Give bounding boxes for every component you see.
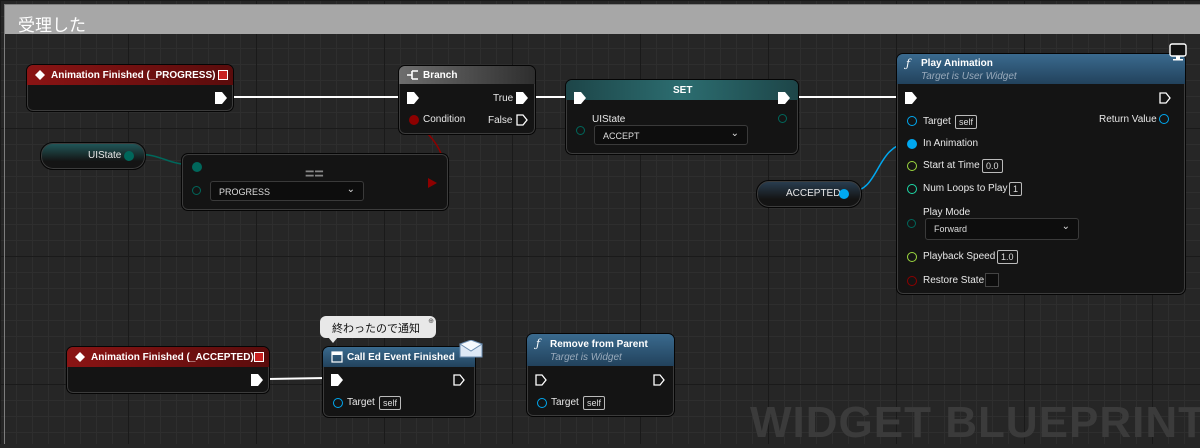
target-value: self [379, 396, 402, 410]
exec-out-pin[interactable] [215, 92, 227, 104]
play-mode-label: Play Mode [923, 207, 971, 218]
set-value-dropdown[interactable]: ACCEPT ⌄ [594, 125, 748, 145]
set-title: SET [673, 85, 693, 96]
chevron-down-icon: ⌄ [1061, 221, 1070, 232]
true-label: True [493, 93, 514, 104]
num-loops-input[interactable]: 1 [1009, 182, 1023, 196]
restore-state-label: Restore State [923, 275, 985, 286]
play-animation-title: Play Animation [921, 58, 993, 69]
play-mode-dropdown[interactable]: Forward ⌄ [925, 218, 1079, 240]
equals-value-dropdown[interactable]: PROGRESS ⌄ [210, 181, 364, 201]
accepted-label: ACCEPTED [786, 188, 841, 199]
set-var-label: UIState [592, 114, 626, 125]
start-time-pin[interactable] [907, 161, 917, 171]
equals-node[interactable]: == PROGRESS ⌄ [181, 153, 449, 211]
return-value-label: Return Value [1099, 114, 1157, 125]
exec-in-pin[interactable] [407, 92, 419, 104]
play-mode-pin[interactable] [907, 219, 916, 228]
target-label: Target [923, 116, 951, 127]
branch-icon [407, 70, 418, 80]
exec-in-pin[interactable] [331, 374, 343, 386]
chevron-down-icon: ⌄ [730, 128, 739, 139]
play-animation-subtitle: Target is User Widget [921, 71, 1017, 82]
exec-out-pin[interactable] [1159, 92, 1171, 104]
exec-out-pin[interactable] [453, 374, 465, 386]
exec-wire-event2-call [267, 377, 327, 380]
num-loops-pin[interactable] [907, 184, 917, 194]
chevron-down-icon: ⌄ [346, 184, 355, 195]
bool-out-pin[interactable] [428, 178, 437, 188]
condition-pin[interactable] [409, 115, 419, 125]
dispatcher-icon [331, 351, 343, 363]
getter-label: UIState [88, 150, 122, 161]
playback-speed-label: Playback Speed [923, 251, 996, 262]
branch-node-header [399, 66, 535, 84]
in-animation-pin[interactable] [907, 139, 917, 149]
uistate-getter[interactable]: UIState [40, 142, 146, 170]
start-time-label: Start at Time [923, 160, 980, 171]
exec-in-pin[interactable] [574, 92, 586, 104]
exec-out-pin[interactable] [251, 374, 263, 386]
false-label: False [488, 115, 513, 126]
set-node[interactable]: SET UIState ACCEPT ⌄ [565, 79, 799, 155]
exec-in-pin[interactable] [905, 92, 917, 104]
num-loops-label: Num Loops to Play [923, 183, 1008, 194]
target-pin[interactable] [537, 398, 547, 408]
target-pin[interactable] [907, 116, 917, 126]
enum-in-pin[interactable] [576, 126, 585, 135]
exec-out-pin[interactable] [778, 92, 790, 104]
graph-canvas[interactable]: 受理した WIDGET BLUEPRINT Animation Finished… [0, 0, 1200, 447]
playback-speed-input[interactable]: 1.0 [997, 250, 1018, 264]
target-label: Target [347, 397, 375, 408]
play-animation-node[interactable]: ƒ Play Animation Target is User Widget T… [896, 53, 1186, 295]
call-event-node[interactable]: Call Ed Event Finished Target self [322, 346, 476, 418]
start-time-input[interactable]: 0.0 [982, 159, 1003, 173]
return-value-pin[interactable] [1159, 114, 1169, 124]
exec-false-pin[interactable] [516, 114, 528, 126]
monitor-icon [1169, 43, 1187, 61]
function-icon: ƒ [536, 337, 541, 350]
event-diamond-icon [75, 352, 85, 362]
dropdown-value: ACCEPT [603, 131, 640, 141]
object-out-pin[interactable] [839, 189, 849, 199]
dropdown-value: Forward [934, 224, 968, 234]
remove-subtitle: Target is Widget [550, 352, 622, 363]
condition-label: Condition [423, 114, 466, 125]
comment-bubble[interactable]: 終わったので通知 ⊕ [320, 316, 436, 338]
target-pin[interactable] [333, 398, 343, 408]
event-node-accepted[interactable]: Animation Finished (_ACCEPTED) [66, 346, 270, 394]
dropdown-value: PROGRESS [219, 187, 271, 197]
enum-out-pin[interactable] [124, 151, 134, 161]
restore-state-checkbox[interactable] [985, 273, 999, 287]
target-label: Target [551, 397, 579, 408]
exec-true-pin[interactable] [516, 92, 528, 104]
event-node-progress[interactable]: Animation Finished (_PROGRESS) [26, 64, 234, 112]
restore-state-pin[interactable] [907, 276, 917, 286]
in-animation-label: In Animation [923, 138, 979, 149]
enum-in-pin-a[interactable] [192, 162, 202, 172]
bubble-text: 終わったので通知 [332, 322, 420, 335]
branch-node[interactable]: Branch True Condition False [398, 65, 536, 135]
exec-out-pin[interactable] [653, 374, 665, 386]
target-value: self [583, 396, 606, 410]
bubble-pin-icon: ⊕ [428, 318, 434, 325]
event-diamond-icon [35, 70, 45, 80]
delegate-pin[interactable] [254, 352, 264, 362]
event-node-title: Animation Finished (_ACCEPTED) [91, 352, 254, 363]
branch-title: Branch [423, 70, 458, 81]
bubble-tail [328, 337, 338, 343]
exec-in-pin[interactable] [535, 374, 547, 386]
enum-in-pin-b[interactable] [192, 186, 201, 195]
delegate-pin[interactable] [218, 70, 228, 80]
playback-speed-pin[interactable] [907, 252, 917, 262]
enum-out-pin[interactable] [778, 114, 787, 123]
event-node-title: Animation Finished (_PROGRESS) [51, 70, 216, 81]
call-event-title: Call Ed Event Finished [347, 352, 455, 363]
remove-from-parent-node[interactable]: ƒ Remove from Parent Target is Widget Ta… [526, 333, 675, 417]
remove-title: Remove from Parent [550, 339, 648, 350]
target-value: self [955, 115, 978, 129]
function-icon: ƒ [906, 57, 911, 70]
envelope-icon [459, 340, 483, 358]
accepted-var-getter[interactable]: ACCEPTED [756, 180, 862, 208]
